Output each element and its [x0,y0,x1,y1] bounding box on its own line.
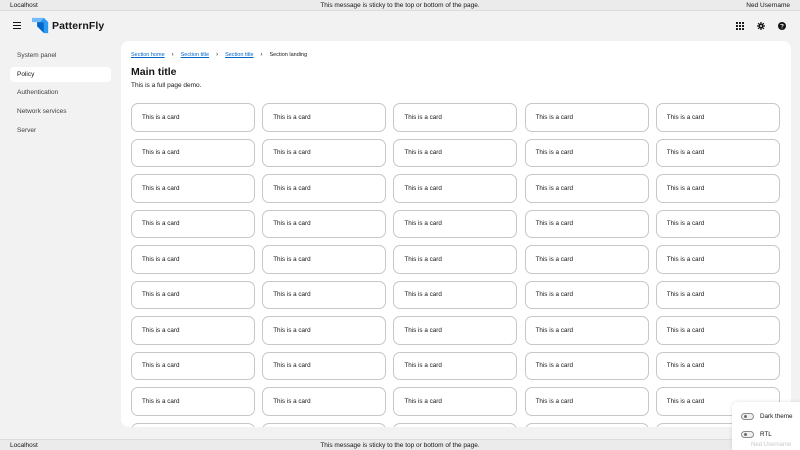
card[interactable]: This is a card [655,316,780,345]
sidebar-item-server[interactable]: Server [10,123,111,138]
sidebar-item-authentication[interactable]: Authentication [10,85,111,100]
card[interactable]: This is a card [262,387,387,416]
theme-toggle-panel: Dark theme RTL Ned Username [732,402,800,450]
help-button[interactable] [777,21,786,30]
card[interactable]: This is a card [262,351,387,380]
breadcrumb-link[interactable]: Section title [181,52,209,58]
card[interactable]: This is a card [655,103,780,132]
chevron-right-icon: › [260,52,263,58]
gear-icon [756,21,765,30]
card-gallery: This is a card This is a card This is a ca… [131,103,780,427]
card[interactable]: This is a card [131,351,255,380]
bottom-banner: Localhost This message is sticky to the … [0,439,800,450]
card[interactable]: This is a card [393,209,518,238]
ghost-username: Ned Username [751,442,792,448]
card[interactable]: This is a card [131,209,255,238]
card[interactable]: This is a card [131,387,255,416]
card[interactable]: This is a card [655,209,780,238]
card[interactable]: This is a card [262,138,387,167]
main-content: Section home › Section title › Section t… [121,41,791,427]
breadcrumb: Section home › Section title › Section t… [131,52,307,58]
card[interactable]: This is a card [655,351,780,380]
card[interactable]: This is a card [524,209,649,238]
sidebar-item-network-services[interactable]: Network services [10,104,111,119]
breadcrumb-link[interactable]: Section home [131,52,165,58]
top-banner: Localhost This message is sticky to the … [0,0,800,11]
page-description: This is a full page demo. [131,82,202,89]
dark-theme-switch[interactable] [741,413,754,420]
card[interactable]: This is a card [262,280,387,309]
card[interactable]: This is a card [393,245,518,274]
card[interactable]: This is a card [131,138,255,167]
help-icon [777,21,786,30]
masthead: PatternFly [0,11,800,41]
card[interactable]: This is a card [524,422,649,427]
masthead-tools [735,21,786,30]
card[interactable]: This is a card [393,174,518,203]
card[interactable]: This is a card [393,280,518,309]
rtl-label: RTL [760,431,772,438]
grid-icon [735,21,744,30]
card[interactable]: This is a card [262,103,387,132]
card[interactable]: This is a card [262,316,387,345]
card[interactable]: This is a card [393,351,518,380]
brand-name: PatternFly [52,19,105,32]
page-title: Main title [131,66,177,78]
card[interactable]: This is a card [524,387,649,416]
card[interactable]: This is a card [393,422,518,427]
card[interactable]: This is a card [131,245,255,274]
card[interactable]: This is a card [655,280,780,309]
top-banner-message: This message is sticky to the top or bot… [320,1,480,9]
card[interactable]: This is a card [393,387,518,416]
hamburger-line [13,22,21,24]
card[interactable]: This is a card [524,138,649,167]
card[interactable]: This is a card [131,422,255,427]
rtl-toggle[interactable]: RTL [741,431,772,438]
settings-button[interactable] [756,21,765,30]
dark-theme-label: Dark theme [760,413,793,420]
card[interactable]: This is a card [524,245,649,274]
bottom-banner-message: This message is sticky to the top or bot… [320,441,480,449]
card[interactable]: This is a card [524,351,649,380]
top-banner-username[interactable]: Ned Username [746,2,790,9]
card[interactable]: This is a card [524,280,649,309]
card[interactable]: This is a card [131,316,255,345]
card[interactable]: This is a card [655,245,780,274]
card[interactable]: This is a card [393,103,518,132]
dark-theme-toggle[interactable]: Dark theme [741,413,793,420]
hamburger-menu-button[interactable] [13,22,21,29]
card[interactable]: This is a card [524,103,649,132]
breadcrumb-link[interactable]: Section title [225,52,253,58]
app-launcher-button[interactable] [735,21,744,30]
rtl-switch[interactable] [741,431,754,438]
card[interactable]: This is a card [262,245,387,274]
card[interactable]: This is a card [524,316,649,345]
hamburger-line [13,24,21,27]
chevron-right-icon: › [216,52,219,58]
card[interactable]: This is a card [524,174,649,203]
card[interactable]: This is a card [262,209,387,238]
brand-logo[interactable]: PatternFly [32,17,104,34]
card[interactable]: This is a card [131,280,255,309]
card[interactable]: This is a card [655,174,780,203]
card[interactable]: This is a card [131,174,255,203]
card[interactable]: This is a card [393,316,518,345]
card[interactable]: This is a card [131,103,255,132]
card[interactable]: This is a card [655,138,780,167]
patternfly-logo-icon [32,17,49,34]
breadcrumb-current: Section landing [269,52,308,58]
card[interactable]: This is a card [262,422,387,427]
sidebar-item-system-panel[interactable]: System panel [10,48,111,63]
hamburger-line [13,27,21,29]
card[interactable]: This is a card [393,138,518,167]
chevron-right-icon: › [171,52,174,58]
sidebar-item-policy[interactable]: Policy [10,66,111,82]
sidebar-nav: System panel Policy Authentication Netwo… [10,48,111,141]
card[interactable]: This is a card [262,174,387,203]
